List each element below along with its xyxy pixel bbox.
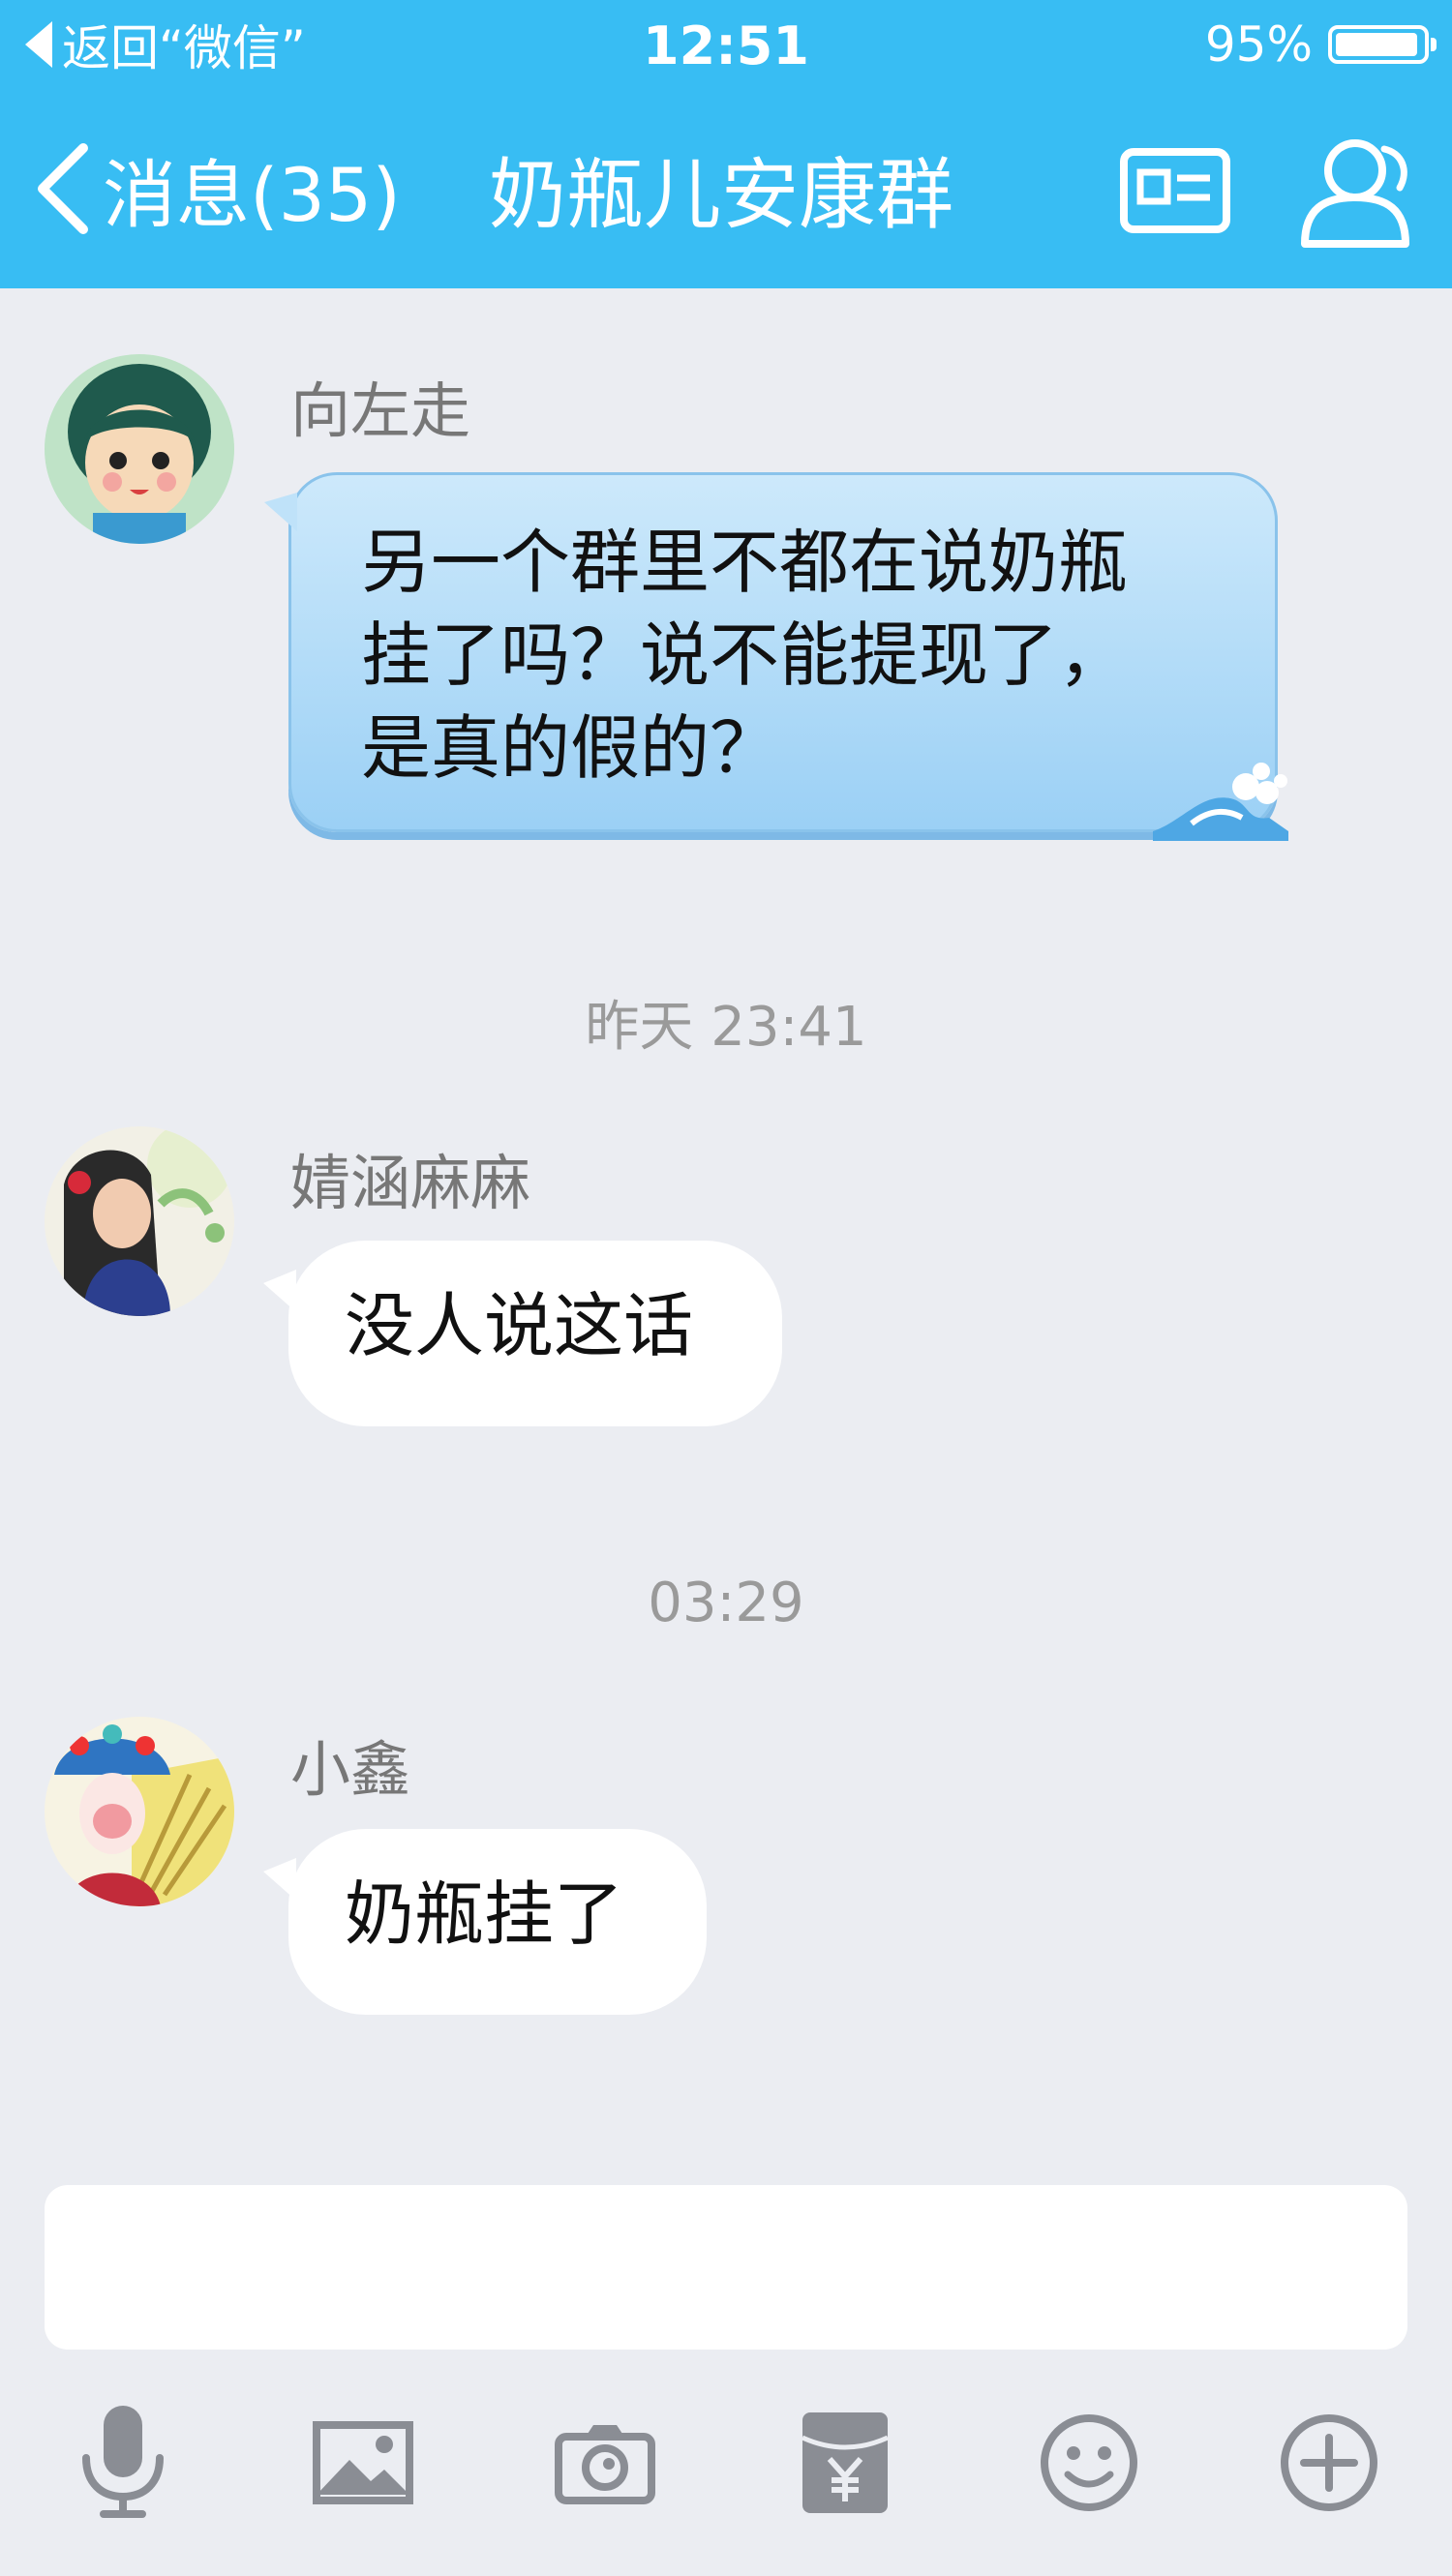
more-button[interactable]	[1266, 2400, 1392, 2526]
message-input[interactable]	[45, 2185, 1407, 2350]
message-text: 奶瓶挂了	[345, 1873, 624, 1955]
emoji-icon	[1041, 2414, 1137, 2511]
battery-icon	[1328, 25, 1437, 64]
image-icon	[313, 2421, 413, 2504]
nav-bar: 消息(35) 奶瓶儿安康群	[0, 106, 1452, 281]
message-text-line: 另一个群里不都在说奶瓶	[361, 522, 1129, 603]
camera-button[interactable]	[542, 2400, 668, 2526]
chat-timestamp: 昨天 23:41	[585, 996, 867, 1059]
avatar[interactable]	[45, 1717, 234, 1906]
header: 返回“微信” 12:51 95% 消息(35) 奶瓶儿安康群	[0, 0, 1452, 288]
sender-name: 婧涵麻麻	[290, 1148, 531, 1218]
plus-icon	[1281, 2414, 1377, 2511]
red-packet-button[interactable]	[782, 2400, 908, 2526]
wave-decoration-icon	[1153, 763, 1288, 841]
chat-timestamp: 03:29	[648, 1572, 804, 1634]
group-members-icon[interactable]	[1295, 132, 1421, 255]
group-card-icon[interactable]	[1119, 147, 1231, 238]
microphone-icon	[82, 2406, 164, 2518]
sender-name: 小鑫	[290, 1734, 411, 1805]
photo-button[interactable]	[300, 2400, 426, 2526]
voice-button[interactable]	[60, 2400, 186, 2526]
avatar[interactable]	[45, 354, 234, 544]
status-right: 95%	[1204, 14, 1437, 75]
back-to-messages-button[interactable]: 消息(35)	[33, 135, 401, 242]
red-packet-icon	[802, 2412, 888, 2513]
battery-percent: 95%	[1204, 16, 1313, 73]
status-bar: 返回“微信” 12:51 95%	[0, 0, 1452, 89]
avatar[interactable]	[45, 1126, 234, 1316]
message-text-line: 挂了吗？说不能提现了，	[361, 614, 1129, 696]
emoji-button[interactable]	[1026, 2400, 1152, 2526]
message-bubble[interactable]: 另一个群里不都在说奶瓶 挂了吗？说不能提现了， 是真的假的？	[264, 472, 1288, 841]
chat-title: 奶瓶儿安康群	[489, 150, 953, 240]
input-toolbar	[0, 2400, 1452, 2526]
message-text-line: 是真的假的？	[361, 707, 780, 789]
chevron-left-icon	[38, 143, 88, 234]
sender-name: 向左走	[290, 375, 471, 446]
message-bubble[interactable]: 没人说这话	[263, 1241, 782, 1426]
back-to-messages-label: 消息(35)	[103, 152, 402, 238]
message-text: 没人说这话	[345, 1285, 694, 1366]
message-bubble[interactable]: 奶瓶挂了	[263, 1829, 707, 2015]
camera-icon	[555, 2425, 655, 2504]
